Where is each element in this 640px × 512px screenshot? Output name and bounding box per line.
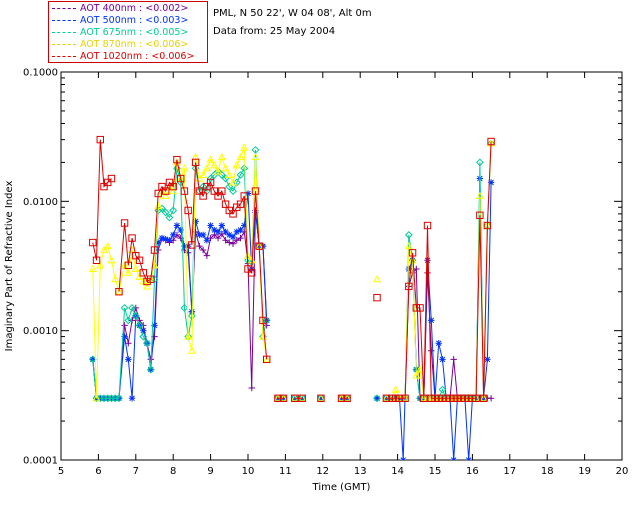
data-point <box>435 340 442 347</box>
data-point <box>450 456 457 460</box>
x-tick-label: 11 <box>279 466 292 477</box>
x-tick-label: 19 <box>578 466 591 477</box>
x-tick-label: 15 <box>429 466 442 477</box>
x-tick-label: 12 <box>316 466 329 477</box>
data-point <box>214 228 222 236</box>
x-tick-label: 5 <box>58 466 64 477</box>
data-point <box>373 293 381 302</box>
x-tick-label: 20 <box>616 466 629 477</box>
data-point <box>222 228 229 236</box>
data-point <box>450 356 457 363</box>
x-tick-label: 9 <box>207 466 213 477</box>
data-point <box>487 395 495 402</box>
x-tick-label: 8 <box>170 466 176 477</box>
x-tick-label: 7 <box>133 466 139 477</box>
plot-area <box>88 135 496 460</box>
data-point <box>121 322 128 329</box>
data-point <box>199 231 207 239</box>
data-point <box>237 226 244 234</box>
x-axis-title: Time (GMT) <box>312 482 371 493</box>
data-point <box>203 252 211 259</box>
data-point <box>372 274 382 283</box>
series-line <box>386 141 492 399</box>
data-point <box>465 456 472 460</box>
series-line <box>92 193 268 399</box>
data-point <box>248 384 255 392</box>
series-line <box>386 143 492 399</box>
y-tick-label: 0.0100 <box>23 197 58 208</box>
x-tick-label: 13 <box>354 466 367 477</box>
x-tick-label: 14 <box>391 466 404 477</box>
data-point <box>218 222 226 229</box>
x-tick-label: 6 <box>95 466 101 477</box>
series-line <box>386 178 492 460</box>
data-point <box>373 395 381 402</box>
series-line <box>386 267 492 399</box>
data-point <box>128 395 136 402</box>
data-point <box>177 226 184 234</box>
data-point <box>173 222 181 229</box>
data-point <box>203 237 211 244</box>
y-tick-label: 0.1000 <box>23 68 58 79</box>
data-point <box>170 231 177 239</box>
series-line <box>92 149 268 399</box>
x-tick-label: 10 <box>242 466 255 477</box>
y-tick-label: 0.0001 <box>23 456 58 467</box>
series-1 <box>89 175 495 460</box>
y-axis-title: Imaginary Part of Refractive Index <box>4 181 15 352</box>
data-point <box>207 222 214 229</box>
data-point <box>424 257 431 264</box>
data-point <box>229 233 237 241</box>
x-tick-label: 16 <box>466 466 479 477</box>
x-tick-label: 18 <box>541 466 554 477</box>
x-tick-label: 17 <box>503 466 516 477</box>
data-point <box>125 356 132 363</box>
data-point <box>484 356 491 363</box>
series-line <box>386 143 492 399</box>
data-point <box>400 456 407 460</box>
data-point <box>439 356 446 363</box>
data-point <box>166 237 173 244</box>
data-point <box>428 347 435 354</box>
refractive-index-chart: 5 6 7 8 9 10 11 12 13 14 15 16 17 18 19 20 0.0001 0.0010 0… <box>4 68 629 494</box>
y-tick-label: 0.0010 <box>23 326 58 337</box>
data-point <box>428 317 435 324</box>
